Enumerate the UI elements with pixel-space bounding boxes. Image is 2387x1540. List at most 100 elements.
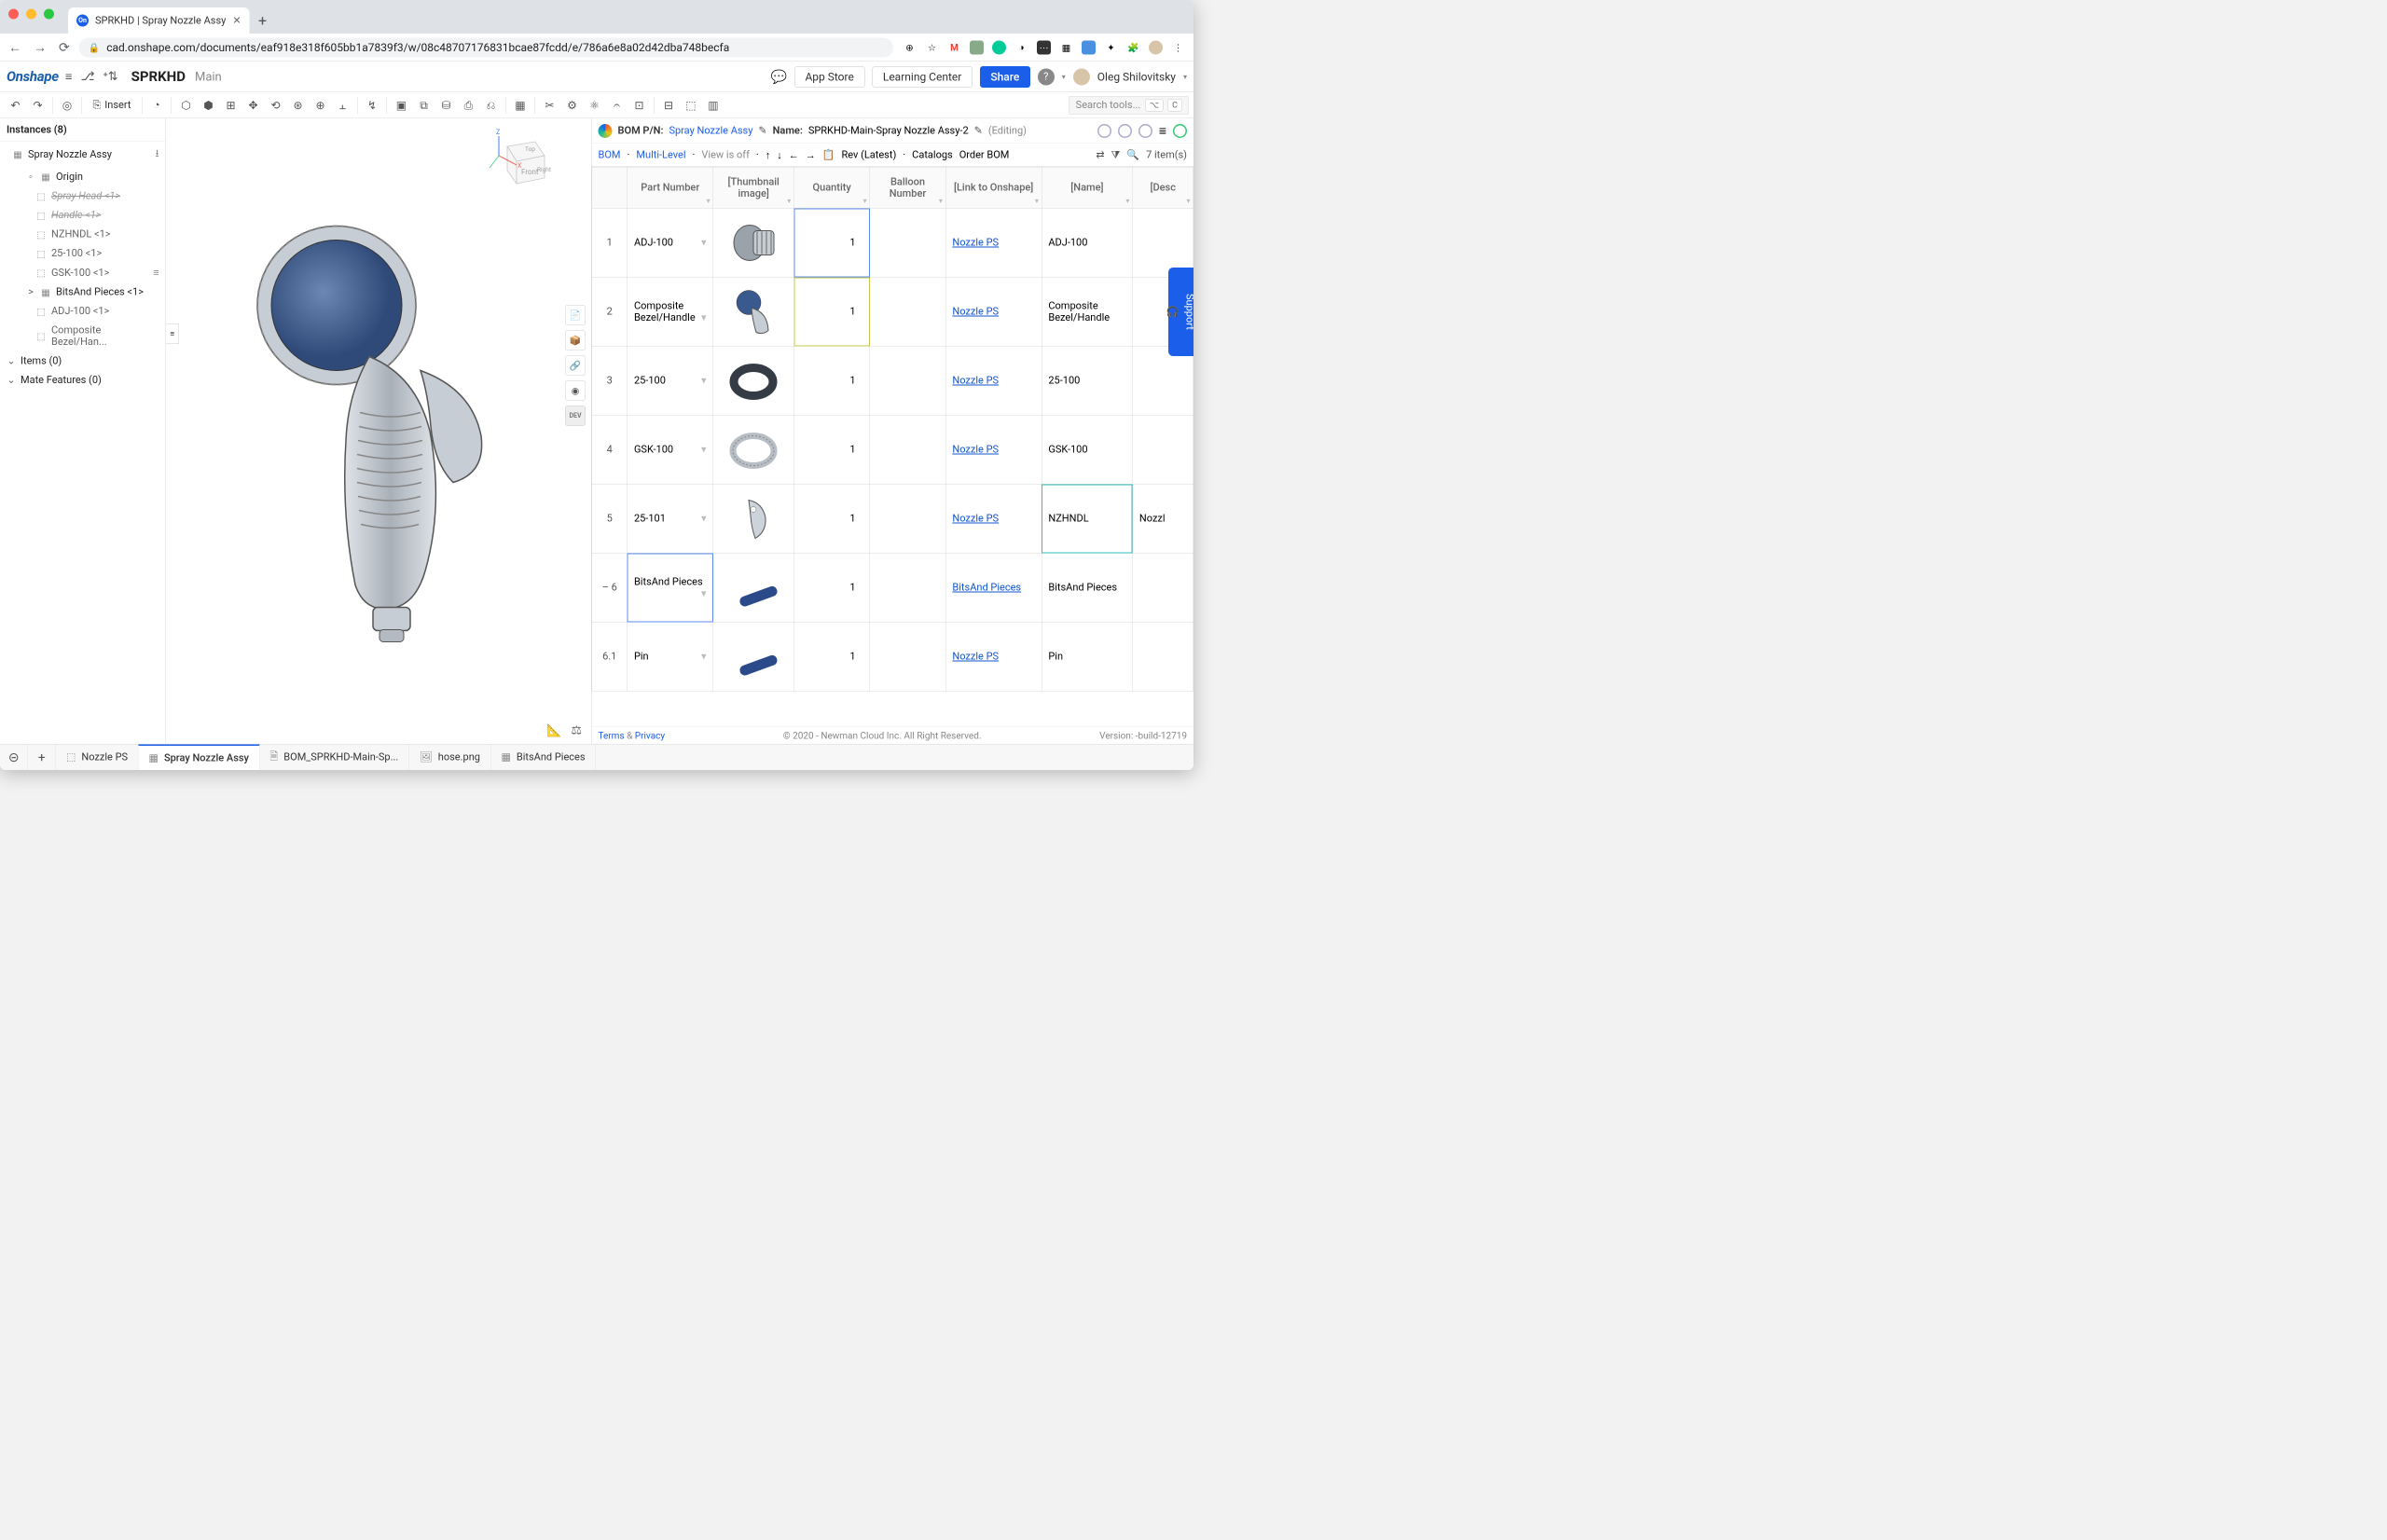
kebab-menu-icon[interactable]: ⋮ <box>1171 40 1185 54</box>
tool-icon[interactable]: ⫠ <box>332 94 353 116</box>
balloon-cell[interactable] <box>870 277 945 346</box>
element-tab[interactable]: ⬚Nozzle PS <box>56 745 139 771</box>
tree-item[interactable]: ◦▦Origin <box>0 167 166 186</box>
reload-icon[interactable]: ⟳ <box>59 40 70 56</box>
tree-item[interactable]: ⬚GSK-100 <1>≡ <box>0 263 166 282</box>
search-icon[interactable]: 🔍 <box>1126 149 1139 161</box>
tab-filter-icon[interactable]: ⊝ <box>0 745 28 771</box>
zoom-icon[interactable]: ⊕ <box>903 40 917 54</box>
tree-item[interactable]: ⬚NZHNDL <1> <box>0 225 166 244</box>
bom-link[interactable]: BOM <box>599 149 621 161</box>
collapse-panel-button[interactable]: ≡ <box>166 323 179 344</box>
column-header[interactable]: [Thumbnail image]▾ <box>713 167 794 208</box>
desc-cell[interactable]: Nozzl <box>1133 484 1194 553</box>
learning-center-button[interactable]: Learning Center <box>872 66 972 88</box>
view-tool-icon[interactable]: 📦 <box>565 330 586 351</box>
user-name[interactable]: Oleg Shilovitsky <box>1097 70 1176 83</box>
desc-cell[interactable] <box>1133 346 1194 415</box>
profile-avatar[interactable] <box>1149 40 1163 54</box>
bom-row[interactable]: 6.1Pin ▾1Nozzle PSPin <box>592 622 1194 691</box>
link-cell[interactable]: Nozzle PS <box>945 415 1042 484</box>
nav-left-icon[interactable]: ← <box>789 149 799 161</box>
forward-icon[interactable]: → <box>34 40 47 56</box>
search-tools-input[interactable]: Search tools... ⌥ C <box>1069 96 1189 115</box>
link-cell[interactable]: Nozzle PS <box>945 622 1042 691</box>
privacy-link[interactable]: Privacy <box>635 730 665 741</box>
bom-name-value[interactable]: SPRKHD-Main-Spray Nozzle Assy-2 <box>808 125 969 137</box>
desc-cell[interactable] <box>1133 622 1194 691</box>
browser-tab[interactable]: On SPRKHD | Spray Nozzle Assy ✕ <box>68 7 250 34</box>
tool-icon[interactable]: ⬡ <box>175 94 197 116</box>
sort-icon[interactable]: ▾ <box>1186 197 1190 206</box>
name-cell[interactable]: GSK-100 <box>1042 415 1133 484</box>
part-number-cell[interactable]: ADJ-100 ▾ <box>628 208 713 277</box>
bom-row[interactable]: 525-101 ▾1Nozzle PSNZHNDLNozzl <box>592 484 1194 553</box>
link-cell[interactable]: Nozzle PS <box>945 346 1042 415</box>
view-tool-icon[interactable]: ◉ <box>565 380 586 401</box>
bom-row[interactable]: 1ADJ-100 ▾1Nozzle PSADJ-100 <box>592 208 1194 277</box>
desc-cell[interactable] <box>1133 553 1194 622</box>
tool-icon[interactable]: ⊛ <box>287 94 309 116</box>
catalogs-link[interactable]: Catalogs <box>912 149 953 161</box>
column-header[interactable]: [Name]▾ <box>1042 167 1133 208</box>
settings-icon[interactable]: ⎇ <box>80 70 94 85</box>
copy-icon[interactable]: 📋 <box>822 149 835 161</box>
view-tool-icon[interactable]: 📄 <box>565 305 586 325</box>
balloon-cell[interactable] <box>870 622 945 691</box>
column-header[interactable] <box>592 167 628 208</box>
column-header[interactable]: [Desc▾ <box>1133 167 1194 208</box>
name-cell[interactable]: Composite Bezel/Handle <box>1042 277 1133 346</box>
column-header[interactable]: Part Number▾ <box>628 167 713 208</box>
link-cell[interactable]: Nozzle PS <box>945 208 1042 277</box>
status-ring[interactable] <box>1097 124 1111 138</box>
part-number-cell[interactable]: Composite Bezel/Handle ▾ <box>628 277 713 346</box>
tool-icon[interactable]: ⊡ <box>628 94 650 116</box>
onshape-logo[interactable]: Onshape <box>7 69 59 86</box>
tree-section[interactable]: ⌄ Items (0) <box>0 351 166 371</box>
user-avatar[interactable] <box>1073 68 1090 85</box>
part-number-cell[interactable]: 25-100 ▾ <box>628 346 713 415</box>
column-header[interactable]: Quantity▾ <box>794 167 870 208</box>
share-button[interactable]: Share <box>980 66 1030 88</box>
sort-icon[interactable]: ▾ <box>1035 197 1039 206</box>
name-cell[interactable]: ADJ-100 <box>1042 208 1133 277</box>
mass-icon[interactable]: ⚖ <box>571 723 582 737</box>
gear-icon[interactable]: ⚙ <box>561 94 583 116</box>
document-title[interactable]: SPRKHD <box>131 69 186 86</box>
tree-item[interactable]: ⬚Handle <1> <box>0 206 166 226</box>
tool-icon[interactable]: ▣ <box>391 94 412 116</box>
address-bar[interactable]: 🔒 cad.onshape.com/documents/eaf918e318f6… <box>79 37 893 57</box>
quantity-cell[interactable]: 1 <box>794 553 870 622</box>
extension-icon[interactable] <box>970 40 984 54</box>
tool-icon[interactable]: ▥ <box>702 94 724 116</box>
add-tab-icon[interactable]: + <box>28 745 56 771</box>
extension-icon[interactable]: ◑ <box>1014 40 1028 54</box>
sort-icon[interactable]: ▾ <box>1125 197 1129 206</box>
new-tab-button[interactable]: + <box>250 7 276 34</box>
element-tab[interactable]: 🗎BOM_SPRKHD-Main-Sp... <box>259 745 408 771</box>
multilevel-link[interactable]: Multi-Level <box>636 149 685 161</box>
balloon-cell[interactable] <box>870 208 945 277</box>
support-tab[interactable]: Support 🎧 <box>1168 268 1194 356</box>
extension-icon[interactable]: ⋯ <box>1037 40 1051 54</box>
tool-icon[interactable]: ⬚ <box>680 94 701 116</box>
bom-row[interactable]: 4GSK-100 ▾1Nozzle PSGSK-100 <box>592 415 1194 484</box>
nav-down-icon[interactable]: ↓ <box>777 149 782 161</box>
tree-item[interactable]: ⬚25-100 <1> <box>0 244 166 264</box>
order-bom-link[interactable]: Order BOM <box>959 149 1010 161</box>
desc-cell[interactable] <box>1133 415 1194 484</box>
tool-icon[interactable]: ⊟ <box>657 94 679 116</box>
maximize-window-button[interactable] <box>44 9 54 20</box>
part-number-cell[interactable]: BitsAnd Pieces ▾ <box>628 553 713 622</box>
element-tab[interactable]: ▦BitsAnd Pieces <box>490 745 596 771</box>
tree-item[interactable]: ⬚Composite Bezel/Han... <box>0 321 166 351</box>
extension-icon[interactable]: ▦ <box>1059 40 1073 54</box>
balloon-cell[interactable] <box>870 415 945 484</box>
tool-icon[interactable]: ▦ <box>509 94 531 116</box>
tool-icon[interactable]: ⧉ <box>413 94 435 116</box>
tree-item[interactable]: ⬚ADJ-100 <1> <box>0 302 166 322</box>
tool-icon[interactable]: ⎙ <box>458 94 479 116</box>
sort-icon[interactable]: ▾ <box>707 197 711 206</box>
tool-icon[interactable]: ⊞ <box>220 94 241 116</box>
column-header[interactable]: Balloon Number▾ <box>870 167 945 208</box>
